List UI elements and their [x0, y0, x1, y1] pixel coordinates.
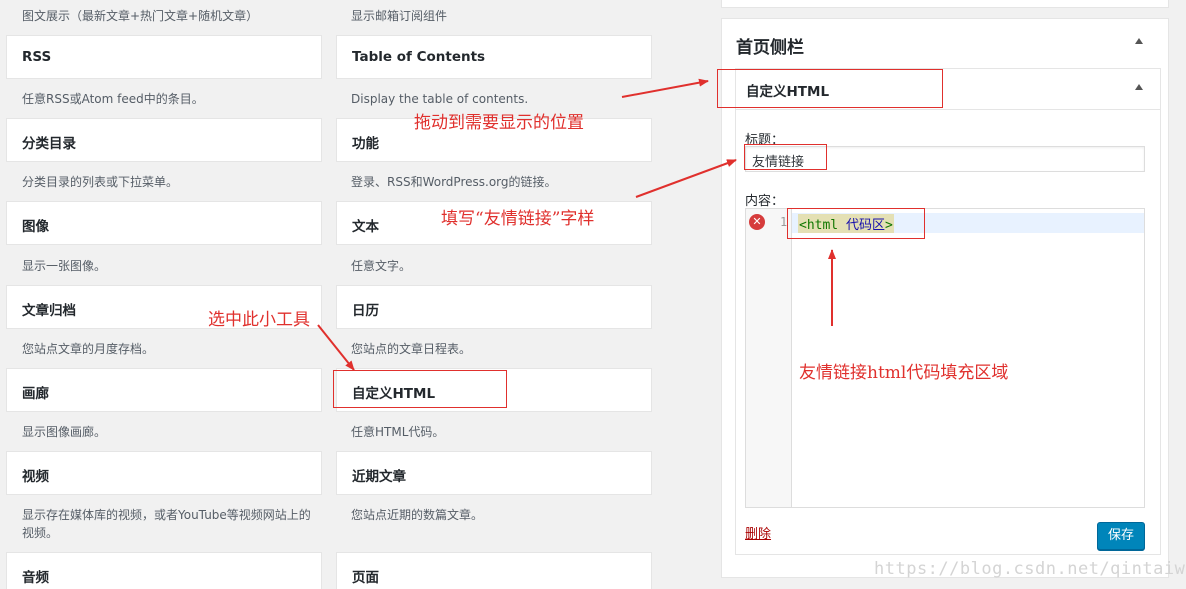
- annotation-arrows: [317, 78, 836, 371]
- watermark: https://blog.csdn.net/qintaiwu: [874, 559, 1186, 579]
- arrow-drag: [621, 78, 709, 98]
- arrow-title: [635, 159, 737, 198]
- arrow-select: [317, 324, 355, 371]
